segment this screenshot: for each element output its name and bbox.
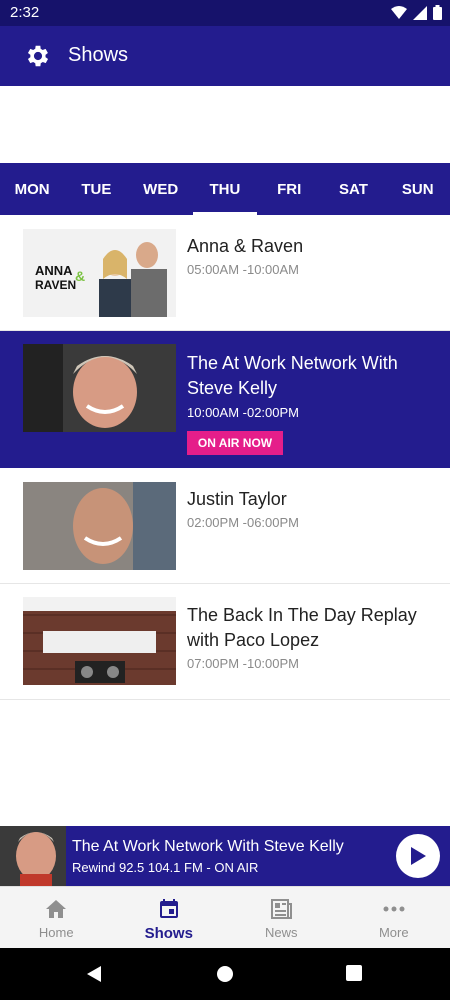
- nav-shows[interactable]: Shows: [113, 887, 226, 948]
- play-button[interactable]: [396, 834, 440, 878]
- show-title: The At Work Network With Steve Kelly: [187, 353, 398, 398]
- nav-label: More: [378, 925, 409, 940]
- show-row[interactable]: Justin Taylor 02:00PM -06:00PM: [0, 468, 450, 584]
- home-icon: [46, 900, 67, 918]
- show-time: 07:00PM -10:00PM: [187, 656, 300, 671]
- now-playing-title: The At Work Network With Steve Kelly: [72, 838, 344, 855]
- app-bar: Shows: [0, 26, 450, 86]
- tab-thu[interactable]: THU: [192, 163, 258, 215]
- show-time: 05:00AM -10:00AM: [187, 262, 300, 277]
- status-icons: [391, 5, 442, 20]
- nav-label: News: [264, 925, 298, 940]
- tab-fri[interactable]: FRI: [257, 163, 321, 215]
- nav-more[interactable]: More: [338, 887, 450, 948]
- tab-mon[interactable]: MON: [0, 163, 64, 215]
- show-title: The Back In The Day Replay with Paco Lop…: [187, 605, 417, 650]
- svg-text:RAVEN: RAVEN: [35, 278, 76, 292]
- nav-label: Home: [38, 925, 74, 940]
- show-row[interactable]: The Back In The Day Replay with Paco Lop…: [0, 584, 450, 700]
- calendar-icon: [159, 899, 178, 918]
- nav-label: Shows: [144, 925, 193, 942]
- tab-sun[interactable]: SUN: [386, 163, 450, 215]
- page-title: Shows: [68, 44, 129, 66]
- newspaper-icon: [271, 899, 293, 919]
- signal-icon: [413, 5, 427, 20]
- tab-label: FRI: [277, 180, 302, 198]
- tab-label: THU: [209, 180, 241, 198]
- show-row-on-air[interactable]: The At Work Network With Steve Kelly 10:…: [0, 331, 450, 468]
- gear-icon[interactable]: [24, 42, 52, 70]
- nav-home[interactable]: Home: [0, 887, 113, 948]
- show-time: 10:00AM -02:00PM: [187, 405, 300, 420]
- tab-label: SUN: [401, 180, 434, 198]
- svg-text:&: &: [75, 268, 85, 284]
- tab-label: TUE: [81, 180, 112, 198]
- show-time: 02:00PM -06:00PM: [187, 515, 300, 530]
- back-icon[interactable]: [84, 964, 104, 984]
- home-circle-icon[interactable]: [216, 965, 234, 983]
- tab-label: MON: [14, 180, 50, 198]
- battery-icon: [433, 5, 442, 20]
- more-dots-icon: [383, 906, 405, 912]
- tab-wed[interactable]: WED: [129, 163, 193, 215]
- banner-area: [0, 86, 450, 163]
- tab-sat[interactable]: SAT: [321, 163, 385, 215]
- wifi-icon: [391, 5, 407, 19]
- tab-tue[interactable]: TUE: [64, 163, 128, 215]
- show-thumbnail: [23, 482, 176, 570]
- now-playing-bar[interactable]: The At Work Network With Steve Kelly Rew…: [0, 826, 450, 886]
- recents-icon[interactable]: [346, 965, 362, 981]
- status-bar: 2:32: [0, 0, 450, 26]
- show-thumbnail: [23, 597, 176, 685]
- tab-label: WED: [143, 180, 179, 198]
- svg-text:ANNA: ANNA: [35, 263, 73, 278]
- play-icon: [411, 847, 426, 865]
- day-tabs: MON TUE WED THU FRI SAT SUN: [0, 163, 450, 215]
- show-thumbnail: [23, 344, 176, 432]
- now-playing-subtitle: Rewind 92.5 104.1 FM - ON AIR: [72, 860, 259, 875]
- on-air-badge: ON AIR NOW: [187, 431, 283, 455]
- show-list: ANNA RAVEN & Anna & Raven 05:00AM -10:00…: [0, 215, 450, 700]
- tab-label: SAT: [339, 180, 368, 198]
- show-title: Anna & Raven: [187, 236, 304, 256]
- show-title: Justin Taylor: [187, 489, 287, 509]
- show-row[interactable]: ANNA RAVEN & Anna & Raven 05:00AM -10:00…: [0, 215, 450, 331]
- show-thumbnail: ANNA RAVEN &: [23, 229, 176, 317]
- system-nav-bar: [0, 948, 450, 1000]
- now-playing-thumbnail: [0, 826, 66, 886]
- status-time: 2:32: [10, 4, 40, 21]
- bottom-nav: Home Shows News More: [0, 886, 450, 948]
- nav-news[interactable]: News: [225, 887, 338, 948]
